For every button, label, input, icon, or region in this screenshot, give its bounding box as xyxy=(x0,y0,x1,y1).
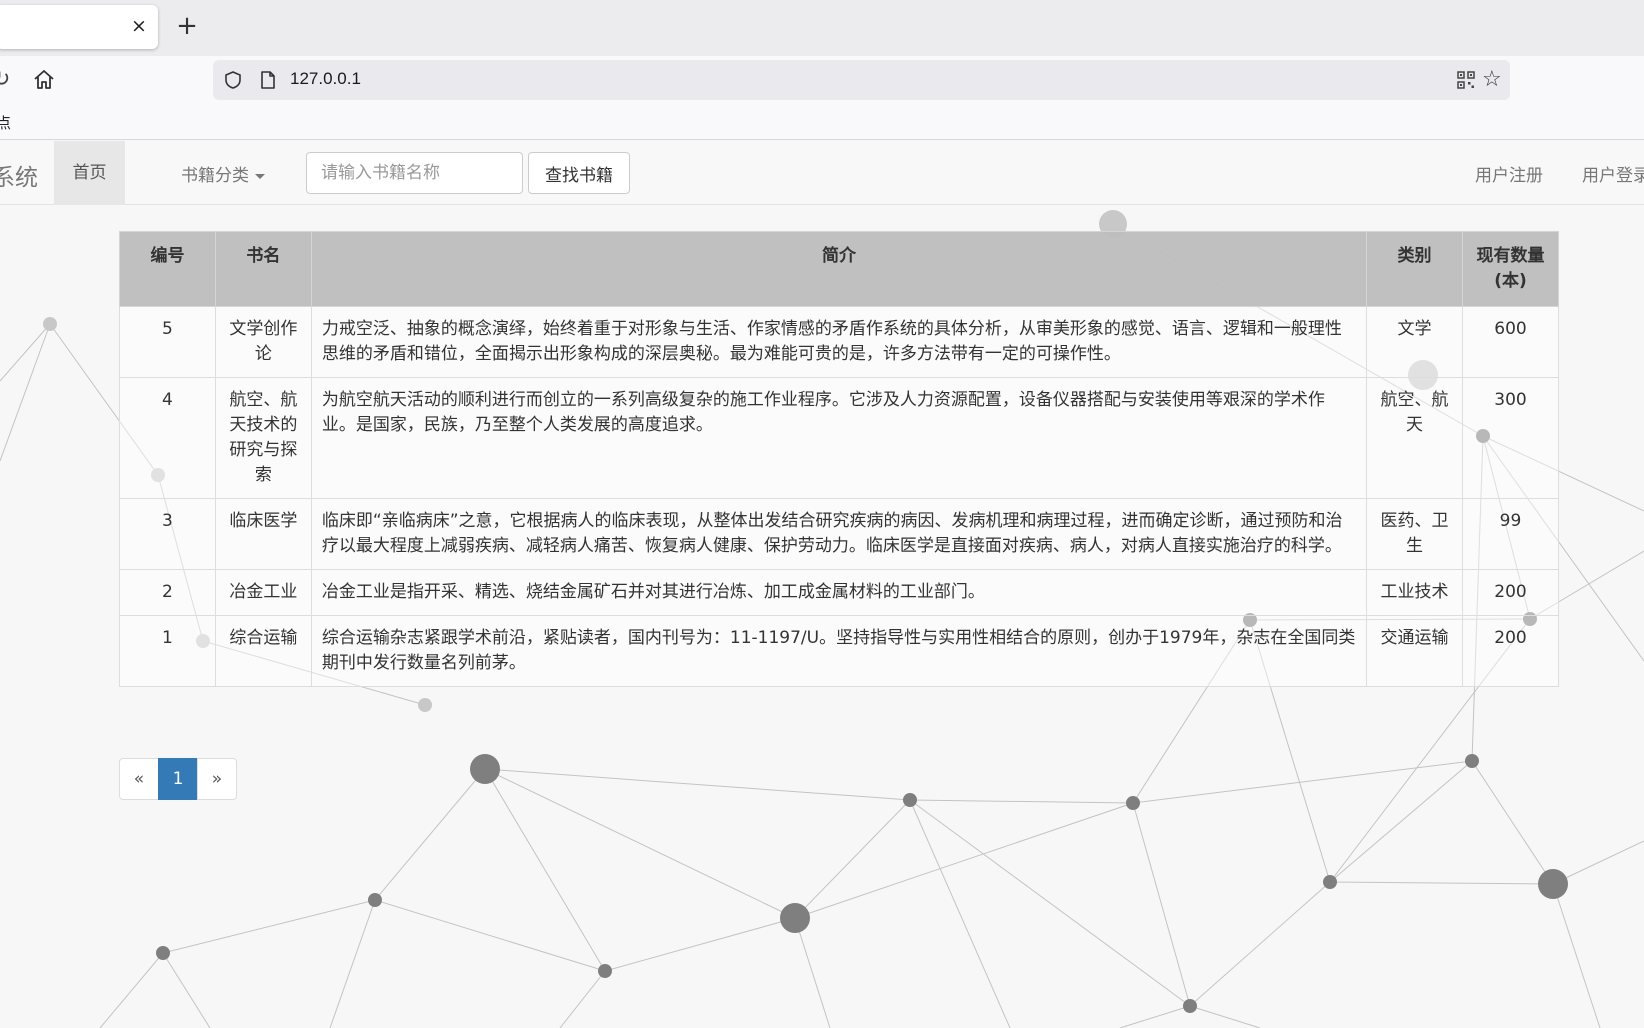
table-row: 1 综合运输 综合运输杂志紧跟学术前沿，紧贴读者，国内刊号为：11-1197/U… xyxy=(120,616,1559,687)
table-row: 4 航空、航天技术的研究与探索 为航空航天活动的顺利进行而创立的一系列高级复杂的… xyxy=(120,378,1559,499)
header-title: 书名 xyxy=(215,232,311,307)
cell-category: 交通运输 xyxy=(1367,616,1463,687)
cell-title: 航空、航天技术的研究与探索 xyxy=(215,378,311,499)
page-icon[interactable] xyxy=(259,70,277,90)
home-icon[interactable] xyxy=(32,68,56,92)
cell-description: 临床即“亲临病床”之意，它根据病人的临床表现，从整体出发结合研究疾病的病因、发病… xyxy=(311,499,1366,570)
cell-quantity: 200 xyxy=(1463,570,1559,616)
cell-category: 航空、航天 xyxy=(1367,378,1463,499)
nav-home-link[interactable]: 首页 xyxy=(54,141,125,205)
url-text[interactable]: 127.0.0.1 xyxy=(290,69,361,89)
login-link[interactable]: 用户登录 xyxy=(1582,161,1644,186)
cell-description: 综合运输杂志紧跟学术前沿，紧贴读者，国内刊号为：11-1197/U。坚持指导性与… xyxy=(311,616,1366,687)
new-tab-button[interactable]: + xyxy=(172,12,202,42)
pagination: « 1 » xyxy=(119,758,237,800)
cell-id: 5 xyxy=(120,307,216,378)
page-content: 系统 首页 书籍分类 查找书籍 用户注册 用户登录 编号 书名 简介 类别 现有… xyxy=(0,141,1644,1028)
table-row: 5 文学创作论 力戒空泛、抽象的概念演绎，始终着重于对形象与生活、作家情感的矛盾… xyxy=(120,307,1559,378)
cell-quantity: 300 xyxy=(1463,378,1559,499)
shield-icon[interactable] xyxy=(223,70,243,90)
register-link[interactable]: 用户注册 xyxy=(1475,161,1543,186)
cell-title: 冶金工业 xyxy=(215,570,311,616)
address-bar[interactable]: 127.0.0.1 ☆ xyxy=(213,60,1510,100)
cell-id: 1 xyxy=(120,616,216,687)
header-id: 编号 xyxy=(120,232,216,307)
pagination-page-button[interactable]: 1 xyxy=(158,758,198,800)
tab-close-icon[interactable]: × xyxy=(128,15,150,37)
cell-category: 文学 xyxy=(1367,307,1463,378)
cell-description: 力戒空泛、抽象的概念演绎，始终着重于对形象与生活、作家情感的矛盾作系统的具体分析… xyxy=(311,307,1366,378)
site-brand[interactable]: 系统 xyxy=(0,158,38,192)
book-search-input[interactable] xyxy=(306,152,523,194)
browser-tab-bar: × + xyxy=(0,0,1644,56)
cell-quantity: 200 xyxy=(1463,616,1559,687)
cell-title: 文学创作论 xyxy=(215,307,311,378)
star-icon[interactable]: ☆ xyxy=(1482,69,1504,91)
book-table: 编号 书名 简介 类别 现有数量(本) 5 文学创作论 力戒空泛、抽象的概念演绎… xyxy=(119,231,1559,687)
pagination-next-button[interactable]: » xyxy=(197,758,237,800)
table-row: 2 冶金工业 冶金工业是指开采、精选、烧结金属矿石并对其进行冶炼、加工成金属材料… xyxy=(120,570,1559,616)
qr-code-icon[interactable] xyxy=(1456,70,1476,90)
cell-quantity: 99 xyxy=(1463,499,1559,570)
cell-category: 工业技术 xyxy=(1367,570,1463,616)
browser-toolbar: ↻ 127.0.0.1 ☆ xyxy=(0,56,1644,106)
browser-tab[interactable]: × xyxy=(0,5,158,49)
header-quantity: 现有数量(本) xyxy=(1463,232,1559,307)
bookmarks-bar: 点 xyxy=(0,106,1644,140)
header-description: 简介 xyxy=(311,232,1366,307)
category-dropdown[interactable]: 书籍分类 xyxy=(181,161,265,186)
cell-description: 冶金工业是指开采、精选、烧结金属矿石并对其进行冶炼、加工成金属材料的工业部门。 xyxy=(311,570,1366,616)
header-category: 类别 xyxy=(1367,232,1463,307)
cell-id: 3 xyxy=(120,499,216,570)
cell-title: 临床医学 xyxy=(215,499,311,570)
cell-category: 医药、卫生 xyxy=(1367,499,1463,570)
search-book-button[interactable]: 查找书籍 xyxy=(528,152,630,194)
bookmark-item[interactable]: 点 xyxy=(0,112,11,133)
cell-quantity: 600 xyxy=(1463,307,1559,378)
cell-id: 2 xyxy=(120,570,216,616)
cell-title: 综合运输 xyxy=(215,616,311,687)
site-navbar: 系统 首页 书籍分类 查找书籍 用户注册 用户登录 xyxy=(0,141,1644,205)
reload-icon[interactable]: ↻ xyxy=(0,68,16,92)
caret-down-icon xyxy=(255,174,265,179)
table-row: 3 临床医学 临床即“亲临病床”之意，它根据病人的临床表现，从整体出发结合研究疾… xyxy=(120,499,1559,570)
category-dropdown-label: 书籍分类 xyxy=(181,166,249,186)
table-header-row: 编号 书名 简介 类别 现有数量(本) xyxy=(120,232,1559,307)
cell-description: 为航空航天活动的顺利进行而创立的一系列高级复杂的施工作业程序。它涉及人力资源配置… xyxy=(311,378,1366,499)
cell-id: 4 xyxy=(120,378,216,499)
pagination-prev-button[interactable]: « xyxy=(119,758,159,800)
